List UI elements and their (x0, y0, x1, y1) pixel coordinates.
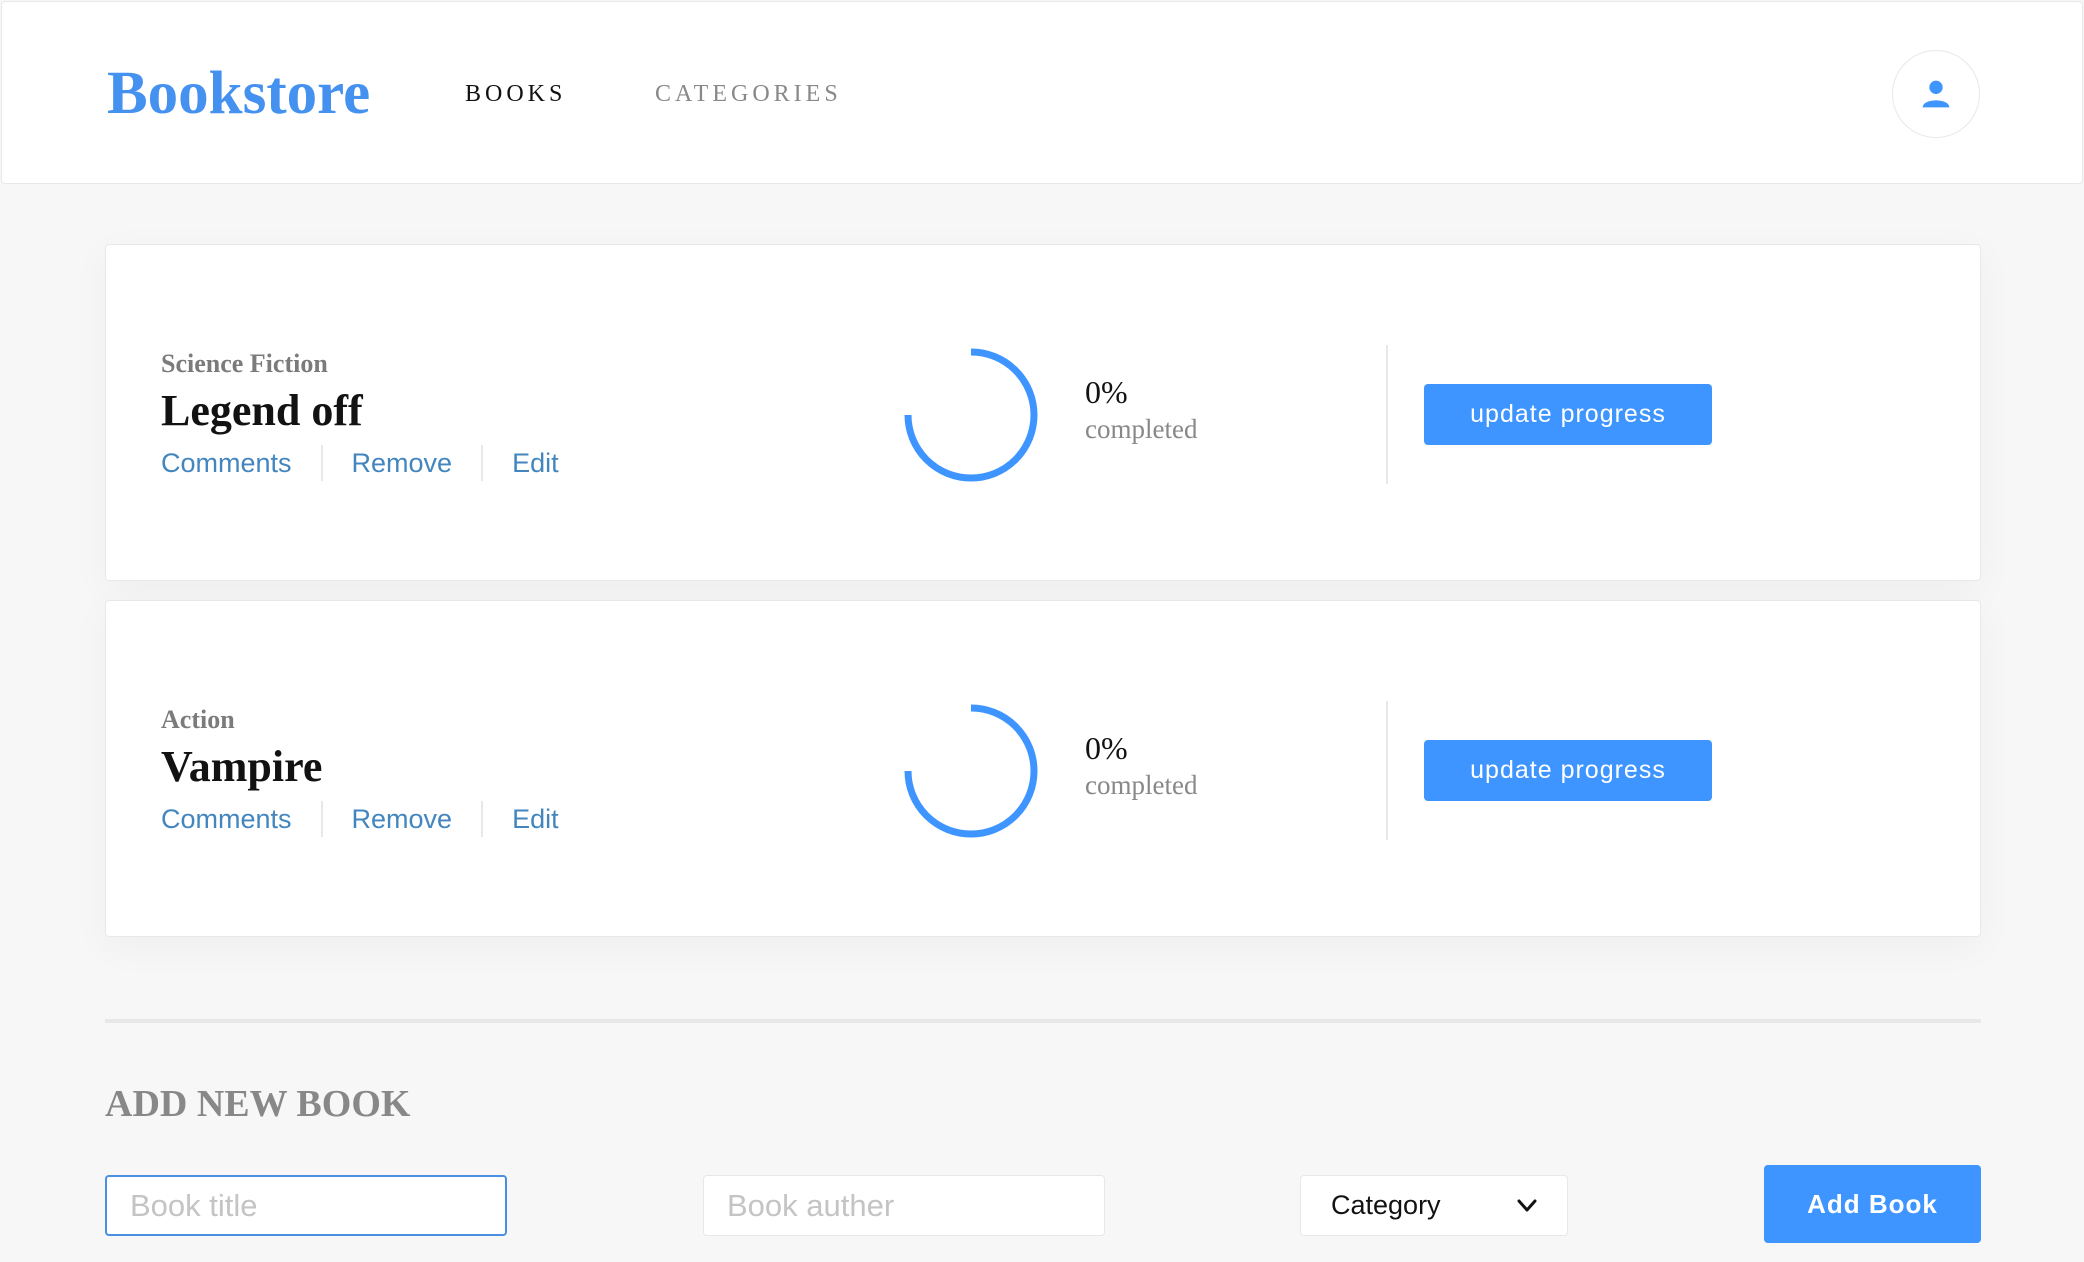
category-select[interactable]: Category (1300, 1175, 1568, 1236)
book-genre: Science Fiction (161, 349, 328, 378)
progress-ring (904, 704, 1038, 838)
comments-link[interactable]: Comments (161, 801, 292, 837)
divider (320, 801, 323, 837)
update-progress-button[interactable]: update progress (1424, 384, 1712, 445)
book-title: Legend off (161, 386, 363, 435)
user-icon (1922, 80, 1950, 108)
book-author-input[interactable] (703, 1175, 1105, 1236)
category-select-value: Category (1331, 1190, 1441, 1220)
progress-percent: 0% (1085, 374, 1128, 410)
book-title: Vampire (161, 742, 323, 791)
update-progress-button[interactable]: update progress (1424, 740, 1712, 801)
comments-link[interactable]: Comments (161, 445, 292, 481)
divider (481, 801, 484, 837)
progress-label: completed (1085, 414, 1198, 444)
add-book-button[interactable]: Add Book (1764, 1165, 1981, 1243)
vertical-divider (1386, 701, 1388, 840)
section-divider (105, 1019, 1981, 1023)
nav-books[interactable]: BOOKS (465, 78, 566, 110)
edit-link[interactable]: Edit (512, 801, 559, 837)
chevron-down-icon (1517, 1199, 1537, 1211)
divider (481, 445, 484, 481)
progress-label: completed (1085, 770, 1198, 800)
user-button[interactable] (1892, 50, 1980, 138)
app-logo[interactable]: Bookstore (107, 54, 370, 134)
nav-categories[interactable]: CATEGORIES (655, 78, 842, 110)
add-book-heading: ADD NEW BOOK (105, 1083, 411, 1125)
book-genre: Action (161, 705, 235, 734)
book-actions: Comments Remove Edit (161, 445, 559, 481)
remove-link[interactable]: Remove (352, 445, 453, 481)
divider (320, 445, 323, 481)
progress-percent: 0% (1085, 730, 1128, 766)
page-header: Bookstore BOOKS CATEGORIES (1, 1, 2083, 184)
book-title-input[interactable] (105, 1175, 507, 1236)
book-actions: Comments Remove Edit (161, 801, 559, 837)
progress-ring (904, 348, 1038, 482)
book-card: Action Vampire Comments Remove Edit 0% c… (105, 600, 1981, 937)
book-card: Science Fiction Legend off Comments Remo… (105, 244, 1981, 581)
remove-link[interactable]: Remove (352, 801, 453, 837)
vertical-divider (1386, 345, 1388, 484)
edit-link[interactable]: Edit (512, 445, 559, 481)
